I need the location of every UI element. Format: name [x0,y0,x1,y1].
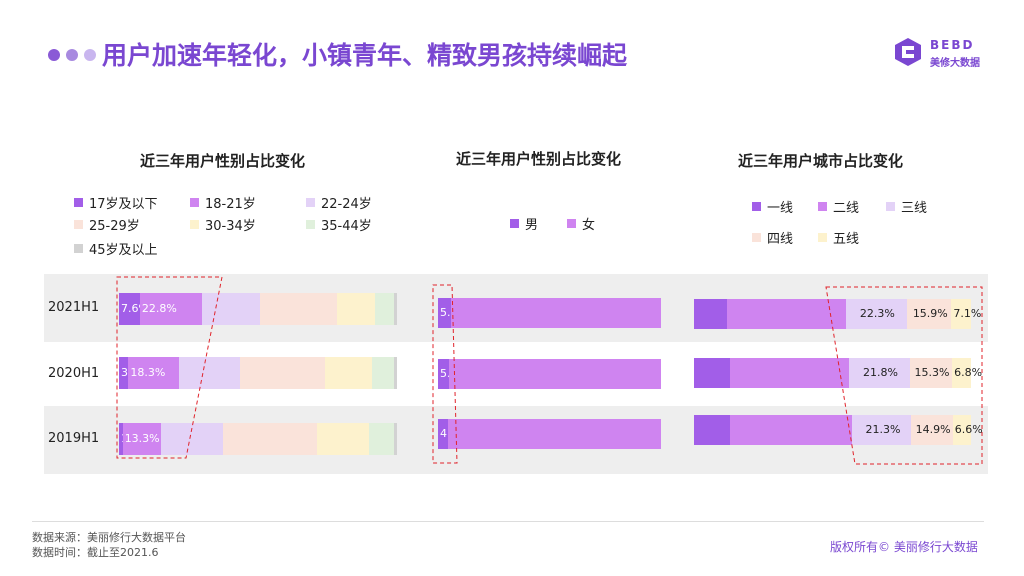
time-line: 数据时间：截止至2021.6 [32,546,159,559]
data-source: 数据来源：美丽修行大数据平台 数据时间：截止至2021.6 [32,530,186,560]
highlight-box-gender [432,284,458,464]
highlight-overlay [116,276,983,465]
footer-divider [32,521,984,522]
highlight-box-age [116,276,223,459]
source-line: 数据来源：美丽修行大数据平台 [32,531,186,544]
copyright: 版权所有© 美丽修行大数据 [830,540,978,554]
highlight-box-city [825,286,983,465]
